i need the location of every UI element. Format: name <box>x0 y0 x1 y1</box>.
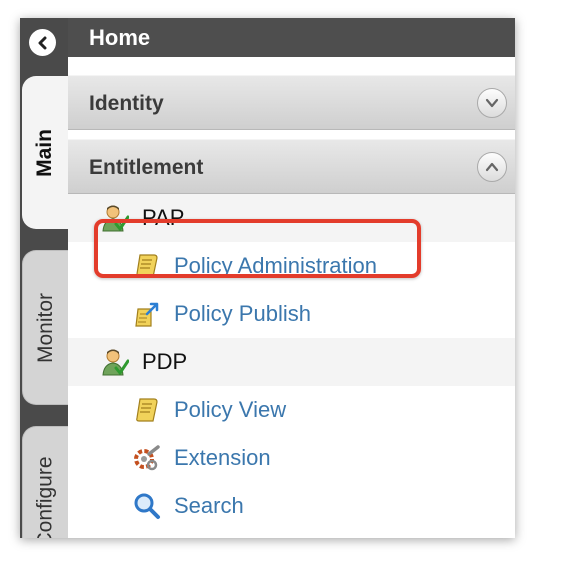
menu-item-search[interactable]: Search <box>68 482 515 530</box>
menu-item-policy-publish-label: Policy Publish <box>174 301 311 326</box>
tab-configure[interactable]: Configure <box>22 426 69 538</box>
section-entitlement-label: Entitlement <box>89 156 204 179</box>
tab-monitor[interactable]: Monitor <box>22 250 69 405</box>
tab-monitor-label: Monitor <box>34 292 57 363</box>
scroll-icon <box>132 395 162 425</box>
menu-item-extension[interactable]: Extension <box>68 434 515 482</box>
tab-configure-label: Configure <box>34 456 57 538</box>
vertical-tab-bar: Main Monitor Configure <box>20 18 69 538</box>
tab-main-label: Main <box>33 128 56 177</box>
expand-identity-button[interactable] <box>477 88 507 118</box>
collapse-entitlement-button[interactable] <box>477 152 507 182</box>
menu-item-search-label: Search <box>174 493 244 518</box>
chevron-down-icon <box>485 98 499 108</box>
menu-group-pdp: PDP <box>68 338 515 386</box>
gear-icon <box>132 443 162 473</box>
collapse-menu-button[interactable] <box>29 29 56 56</box>
publish-icon <box>132 299 162 329</box>
section-identity[interactable]: Identity <box>68 75 515 130</box>
chevron-left-icon <box>38 36 46 49</box>
section-identity-label: Identity <box>89 92 164 115</box>
menu-item-policy-publish[interactable]: Policy Publish <box>68 290 515 338</box>
chevron-up-icon <box>485 162 499 172</box>
magnifier-icon <box>132 491 162 521</box>
menu-panel: Home Identity Entitlement PAP Policy Adm… <box>68 18 515 538</box>
tab-main[interactable]: Main <box>22 76 68 229</box>
menu-item-policy-view-label: Policy View <box>174 397 287 422</box>
menu-group-pdp-label: PDP <box>142 349 188 374</box>
menu-item-policy-view[interactable]: Policy View <box>68 386 515 434</box>
menu-item-extension-label: Extension <box>174 445 271 470</box>
home-link[interactable]: Home <box>68 18 515 57</box>
console-frame: Main Monitor Configure Home Identity Ent… <box>20 18 515 538</box>
highlight-box <box>94 219 421 278</box>
user-check-icon <box>100 347 130 377</box>
section-entitlement[interactable]: Entitlement <box>68 139 515 194</box>
